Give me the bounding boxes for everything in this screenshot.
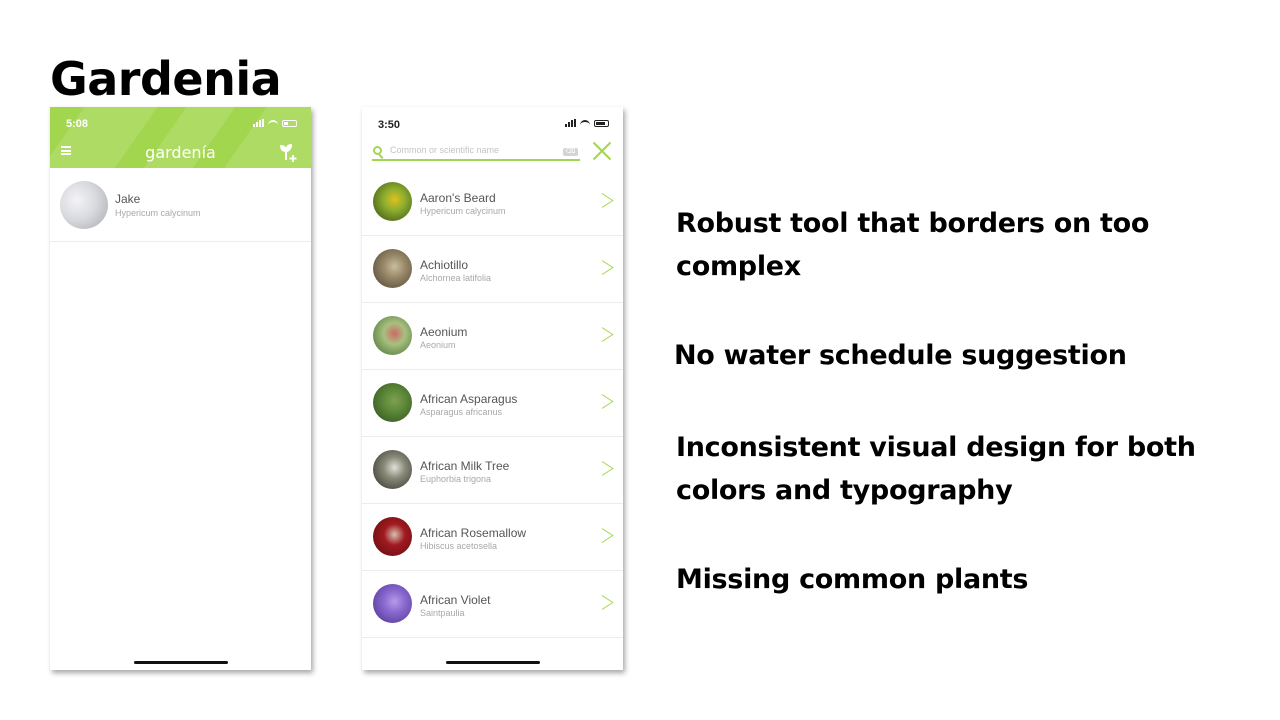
plant-thumbnail bbox=[373, 450, 412, 489]
slide-title: Gardenia bbox=[50, 52, 282, 106]
plant-list-item[interactable]: Achiotillo Alchornea latifolia bbox=[362, 236, 623, 303]
search-input[interactable] bbox=[390, 145, 555, 155]
critique-item: Inconsistent visual design for both colo… bbox=[676, 426, 1196, 512]
plant-thumbnail bbox=[373, 383, 412, 422]
status-time: 3:50 bbox=[378, 119, 401, 131]
wifi-icon bbox=[268, 119, 278, 127]
plant-scientific-name: Alchornea latifolia bbox=[420, 273, 492, 283]
critique-line: complex bbox=[676, 251, 801, 282]
critique-line: Robust tool that borders on too bbox=[676, 208, 1150, 239]
my-plant-row[interactable]: Jake Hypericum calycinum bbox=[50, 169, 311, 242]
status-icons bbox=[253, 119, 297, 127]
critique-item: No water schedule suggestion bbox=[674, 334, 1127, 377]
search-icon bbox=[373, 146, 382, 155]
critique-item: Robust tool that borders on too complex bbox=[676, 202, 1149, 288]
battery-icon bbox=[282, 119, 297, 127]
plant-list-item[interactable]: Aaron's Beard Hypericum calycinum bbox=[362, 169, 623, 236]
plant-avatar bbox=[60, 181, 108, 229]
plant-scientific-name: Asparagus africanus bbox=[420, 407, 503, 417]
plant-scientific-name: Aeonium bbox=[420, 340, 456, 350]
plant-scientific-name: Saintpaulia bbox=[420, 608, 465, 618]
clear-icon[interactable]: ⌫ bbox=[563, 148, 578, 156]
phone-screenshot-plant-search: 3:50 ⌫ Aaron's Beard Hypericum calycinum… bbox=[362, 107, 623, 670]
plant-thumbnail bbox=[373, 584, 412, 623]
plant-list-item[interactable]: African Milk Tree Euphorbia trigona bbox=[362, 437, 623, 504]
plant-nickname: Jake bbox=[115, 192, 141, 206]
chevron-right-icon bbox=[600, 258, 610, 278]
plant-scientific-name: Euphorbia trigona bbox=[420, 474, 492, 484]
app-header: 5:08 gardenía bbox=[50, 107, 311, 168]
plant-scientific-name: Hypericum calycinum bbox=[115, 208, 201, 218]
search-bar: ⌫ bbox=[372, 145, 580, 161]
plant-common-name: African Violet bbox=[420, 593, 491, 607]
home-indicator[interactable] bbox=[445, 661, 540, 664]
plant-list-item[interactable]: African Violet Saintpaulia bbox=[362, 571, 623, 638]
status-icons bbox=[565, 119, 609, 127]
plant-list-item[interactable]: African Rosemallow Hibiscus acetosella bbox=[362, 504, 623, 571]
battery-icon bbox=[594, 119, 609, 127]
critique-line: Inconsistent visual design for both bbox=[676, 432, 1196, 463]
critique-line: colors and typography bbox=[676, 475, 1013, 506]
phone-screenshot-my-plants: 5:08 gardenía Jake Hypericum calycinum bbox=[50, 107, 311, 670]
chevron-right-icon bbox=[600, 191, 610, 211]
plant-common-name: African Rosemallow bbox=[420, 526, 527, 540]
plant-list-item[interactable]: African Asparagus Asparagus africanus bbox=[362, 370, 623, 437]
status-time: 5:08 bbox=[66, 118, 89, 130]
critique-line: Missing common plants bbox=[676, 564, 1029, 595]
plant-common-name: Achiotillo bbox=[420, 258, 469, 272]
signal-icon bbox=[565, 119, 576, 127]
plant-common-name: African Milk Tree bbox=[420, 459, 510, 473]
plant-common-name: Aeonium bbox=[420, 325, 468, 339]
plant-list-item[interactable]: Aeonium Aeonium bbox=[362, 303, 623, 370]
plant-scientific-name: Hibiscus acetosella bbox=[420, 541, 498, 551]
chevron-right-icon bbox=[600, 459, 610, 479]
plant-scientific-name: Hypericum calycinum bbox=[420, 206, 506, 216]
chevron-right-icon bbox=[600, 325, 610, 345]
plant-list: Aaron's Beard Hypericum calycinum Achiot… bbox=[362, 169, 623, 638]
plant-common-name: Aaron's Beard bbox=[420, 191, 496, 205]
plant-common-name: African Asparagus bbox=[420, 392, 518, 406]
close-icon[interactable] bbox=[592, 141, 612, 161]
signal-icon bbox=[253, 119, 264, 127]
plant-thumbnail bbox=[373, 249, 412, 288]
chevron-right-icon bbox=[600, 392, 610, 412]
plant-thumbnail bbox=[373, 316, 412, 355]
chevron-right-icon bbox=[600, 593, 610, 613]
home-indicator[interactable] bbox=[133, 661, 228, 664]
chevron-right-icon bbox=[600, 526, 610, 546]
plant-thumbnail bbox=[373, 517, 412, 556]
critique-item: Missing common plants bbox=[676, 558, 1028, 601]
add-plant-icon[interactable] bbox=[279, 143, 299, 166]
plant-thumbnail bbox=[373, 182, 412, 221]
wifi-icon bbox=[580, 119, 590, 127]
critique-line: No water schedule suggestion bbox=[674, 340, 1127, 371]
app-brand: gardenía bbox=[145, 143, 216, 162]
